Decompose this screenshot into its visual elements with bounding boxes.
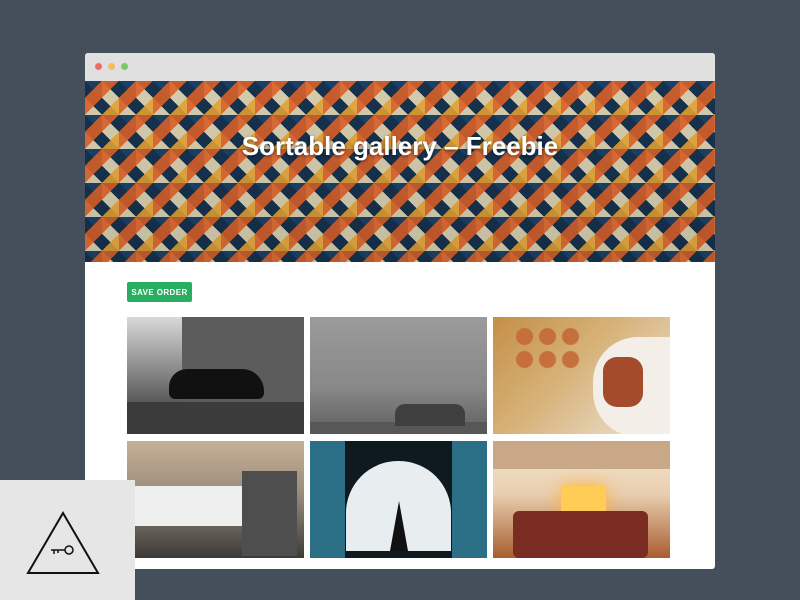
hero-banner: Sortable gallery – Freebie: [85, 81, 715, 262]
maximize-dot[interactable]: [121, 63, 128, 70]
triangle-key-icon: [26, 511, 100, 574]
page-title: Sortable gallery – Freebie: [241, 131, 559, 161]
table-shape: [127, 486, 256, 526]
gallery-item-gingerbread[interactable]: [493, 317, 670, 434]
car-shape: [169, 369, 264, 399]
gallery-item-car[interactable]: [127, 317, 304, 434]
trees-shape: [395, 404, 465, 426]
cookie-stars-shape: [513, 325, 583, 370]
wall-shape: [493, 441, 670, 469]
gingerbread-shape: [603, 357, 643, 407]
bed-shape: [513, 511, 648, 558]
minimize-dot[interactable]: [108, 63, 115, 70]
sortable-gallery: [127, 317, 672, 558]
gallery-item-fireplace[interactable]: [493, 441, 670, 558]
window-titlebar: [85, 53, 715, 81]
chair-shape: [242, 471, 297, 556]
curtain-left-shape: [310, 441, 345, 558]
save-order-button[interactable]: SAVE ORDER: [127, 282, 192, 302]
road-shape: [127, 402, 304, 434]
curtain-right-shape: [452, 441, 487, 558]
gallery-item-tripod[interactable]: [310, 441, 487, 558]
close-dot[interactable]: [95, 63, 102, 70]
gallery-item-fog[interactable]: [310, 317, 487, 434]
browser-window: Sortable gallery – Freebie SAVE ORDER: [85, 53, 715, 569]
gallery-item-cafe[interactable]: [127, 441, 304, 558]
